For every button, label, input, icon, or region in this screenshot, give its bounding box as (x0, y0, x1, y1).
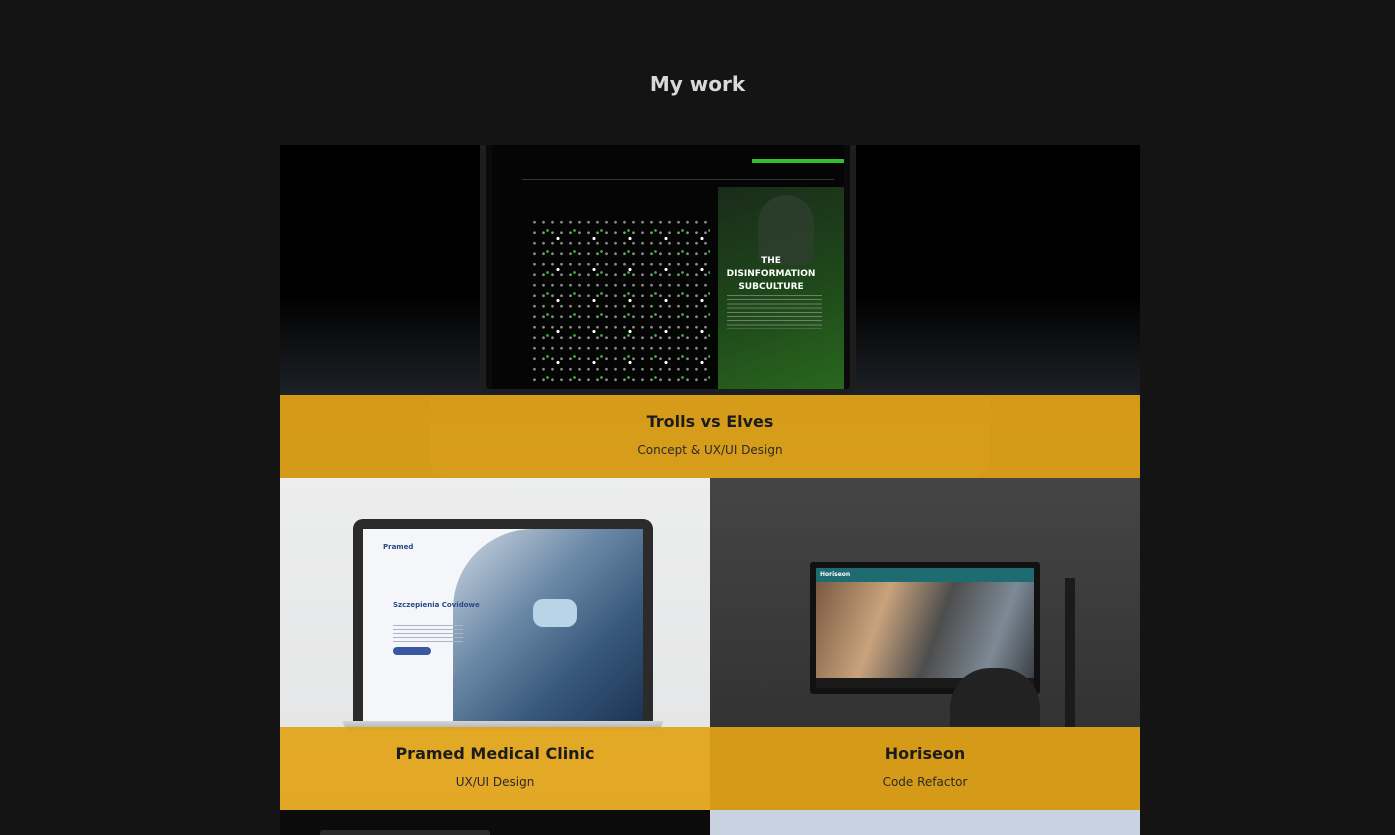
project-title: Trolls vs Elves (646, 412, 774, 431)
pramed-logo: Pramed (383, 543, 414, 551)
project-card-horiseon[interactable]: Horiseon Horiseon Code Refactor (710, 478, 1140, 810)
portfolio-page: My work THE DISINFORMATION SUBCULTURE Tr… (0, 0, 1395, 835)
project-card-next-right[interactable] (710, 810, 1140, 835)
card-label: Pramed Medical Clinic UX/UI Design (280, 727, 710, 810)
project-subtitle: UX/UI Design (455, 775, 535, 789)
project-title: Horiseon (884, 744, 966, 763)
progress-bar (752, 159, 844, 163)
mockup-header: Horiseon (816, 568, 1034, 582)
doctor-photo (453, 529, 643, 721)
laptop-screen: Pramed Szczepienia Covidowe (363, 529, 643, 721)
mockup-heading: THE DISINFORMATION SUBCULTURE (726, 256, 816, 292)
project-card-pramed[interactable]: Pramed Szczepienia Covidowe Pramed Medic… (280, 478, 710, 810)
horiseon-logo: Horiseon (820, 571, 851, 578)
mockup-image (320, 830, 490, 835)
monitor-stand (1065, 578, 1075, 728)
project-card-trolls-vs-elves[interactable]: THE DISINFORMATION SUBCULTURE Trolls vs … (280, 145, 1140, 478)
project-subtitle: Concept & UX/UI Design (637, 443, 783, 457)
mockup-nav (522, 157, 844, 191)
project-card-next-left[interactable] (280, 810, 710, 835)
section-title: My work (649, 72, 746, 96)
project-subtitle: Code Refactor (882, 775, 968, 789)
dot-grid-white (530, 217, 710, 385)
card-label: Horiseon Code Refactor (710, 727, 1140, 810)
mockup-heading: Szczepienia Covidowe (393, 601, 480, 609)
laptop-mockup-image: THE DISINFORMATION SUBCULTURE (480, 145, 856, 395)
project-title: Pramed Medical Clinic (395, 744, 595, 763)
card-label: Trolls vs Elves Concept & UX/UI Design (280, 395, 1140, 478)
team-photo (816, 582, 1034, 678)
mockup-button (393, 647, 431, 655)
laptop-screen: THE DISINFORMATION SUBCULTURE (492, 145, 844, 389)
face-mask (533, 599, 577, 627)
laptop-mockup-image: Pramed Szczepienia Covidowe (353, 519, 653, 721)
mockup-body-text (727, 295, 822, 329)
nav-divider (522, 179, 834, 180)
mockup-body-text (393, 625, 463, 643)
